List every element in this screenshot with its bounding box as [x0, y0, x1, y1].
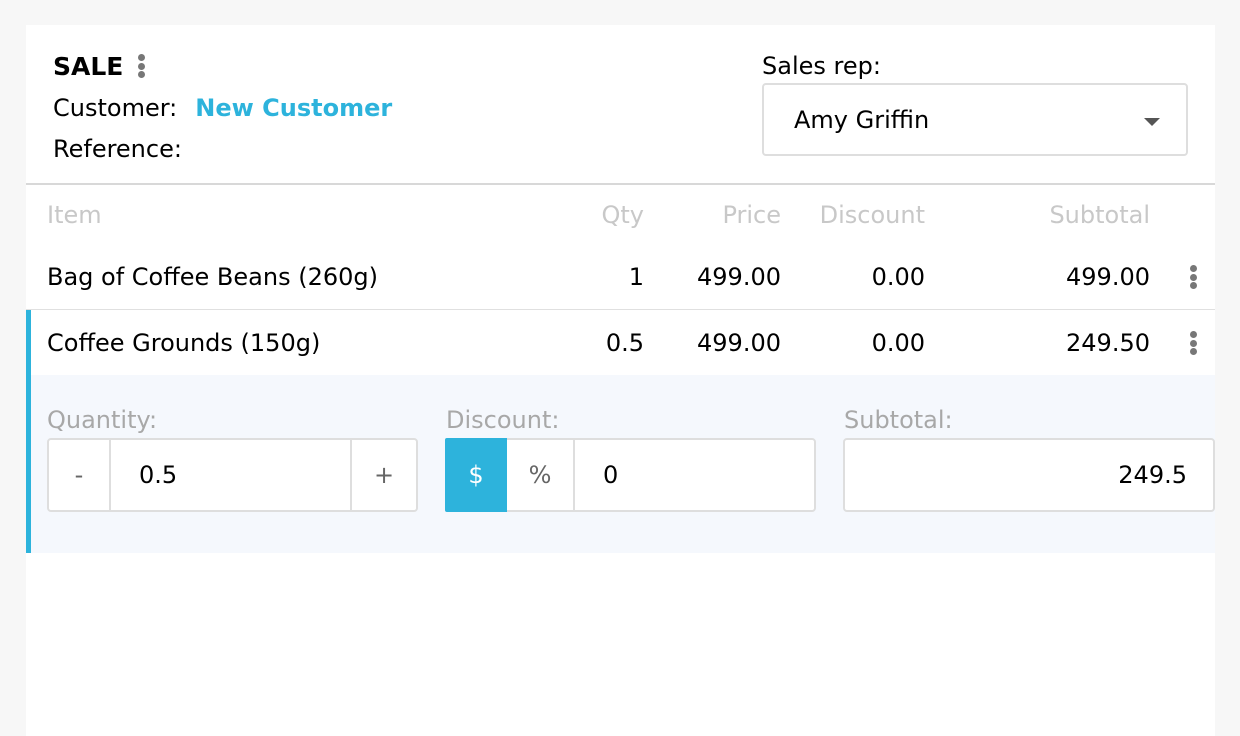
selected-row-indicator	[26, 310, 31, 553]
row-menu-icon[interactable]	[1189, 331, 1197, 355]
discount-input[interactable]: 0	[575, 440, 814, 510]
row-qty: 0.5	[605, 329, 644, 357]
dollar-toggle-button[interactable]: $	[445, 438, 507, 512]
subtotal-label: Subtotal:	[844, 406, 953, 434]
column-header-price: Price	[722, 201, 781, 229]
reference-label: Reference:	[53, 135, 182, 163]
sales-rep-select[interactable]: Amy Griffin	[762, 83, 1188, 156]
quantity-stepper: - 0.5 +	[47, 438, 418, 512]
row-item-name: Coffee Grounds (150g)	[47, 329, 321, 357]
row-subtotal: 499.00	[1066, 263, 1150, 291]
row-discount: 0.00	[871, 329, 925, 357]
sale-title: SALE	[53, 51, 124, 81]
sale-menu-icon[interactable]	[137, 54, 145, 78]
customer-label: Customer:	[53, 94, 178, 122]
row-price: 499.00	[697, 263, 781, 291]
column-header-discount: Discount	[819, 201, 925, 229]
row-qty: 1	[628, 263, 644, 291]
percent-toggle-button[interactable]: %	[507, 440, 573, 510]
chevron-down-icon	[1144, 118, 1160, 126]
quantity-label: Quantity:	[47, 406, 158, 434]
increment-button[interactable]: +	[352, 440, 416, 510]
decrement-button[interactable]: -	[49, 440, 109, 510]
row-discount: 0.00	[871, 263, 925, 291]
sales-rep-label: Sales rep:	[762, 52, 881, 80]
header-divider	[26, 183, 1215, 185]
sale-panel: SALE Customer: New Customer Reference: S…	[26, 25, 1215, 736]
discount-group: $ % 0	[445, 438, 816, 512]
discount-label: Discount:	[446, 406, 560, 434]
column-header-subtotal: Subtotal	[1049, 201, 1150, 229]
customer-link[interactable]: New Customer	[195, 94, 392, 122]
row-subtotal: 249.50	[1066, 329, 1150, 357]
column-header-qty: Qty	[601, 201, 644, 229]
row-menu-icon[interactable]	[1189, 265, 1197, 289]
sales-rep-value: Amy Griffin	[794, 105, 930, 134]
row-divider	[26, 309, 1215, 310]
row-item-name: Bag of Coffee Beans (260g)	[47, 263, 378, 291]
row-price: 499.00	[697, 329, 781, 357]
subtotal-input[interactable]: 249.5	[845, 440, 1213, 510]
column-header-item: Item	[47, 201, 102, 229]
quantity-input[interactable]: 0.5	[111, 440, 351, 510]
subtotal-field[interactable]: 249.5	[843, 438, 1215, 512]
